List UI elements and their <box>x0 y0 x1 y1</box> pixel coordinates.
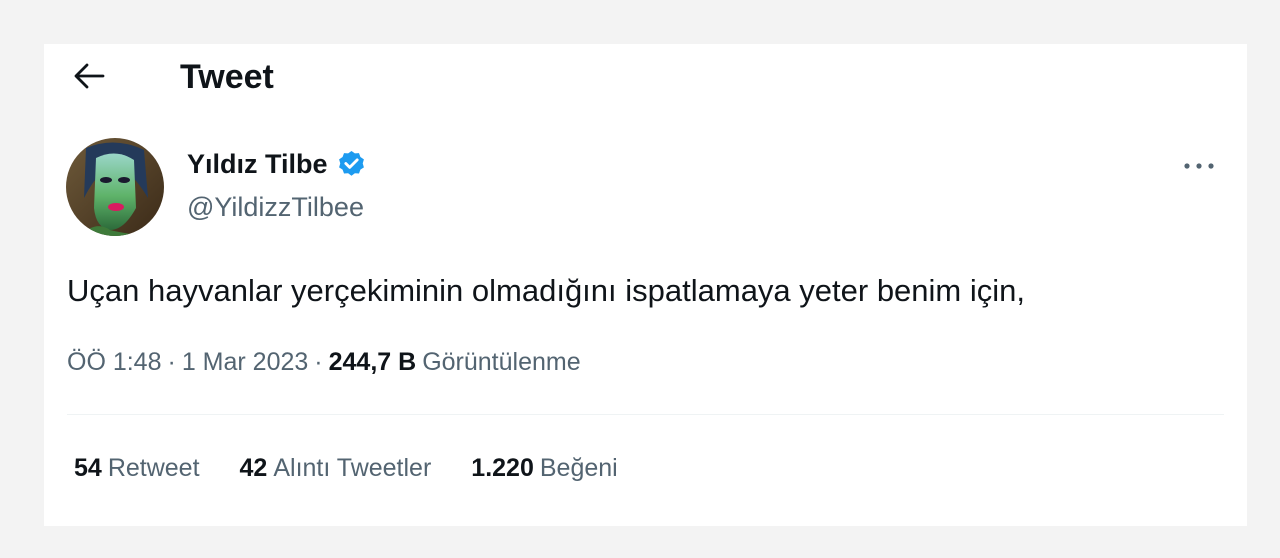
tweet-date[interactable]: 1 Mar 2023 <box>182 348 308 376</box>
views-count: 244,7 B <box>328 348 417 376</box>
quote-tweets-label: Alıntı Tweetler <box>273 454 432 482</box>
engagement-stats: 54 Retweet 42 Alıntı Tweetler 1.220 Beğeni <box>74 450 658 486</box>
author-name-link[interactable]: Yıldız Tilbe <box>187 146 367 182</box>
avatar[interactable] <box>66 138 164 236</box>
more-options-button[interactable] <box>1179 148 1219 184</box>
author-handle[interactable]: @YildizzTilbee <box>187 189 364 225</box>
meta-separator: · <box>314 348 323 376</box>
likes-stat[interactable]: 1.220 Beğeni <box>471 450 617 486</box>
divider <box>67 414 1224 415</box>
retweets-count: 54 <box>74 454 102 482</box>
back-button[interactable] <box>64 58 114 98</box>
tweet-card: Tweet Yıldız Tilbe @YildizzTilbee Uçan h… <box>44 44 1247 526</box>
likes-count: 1.220 <box>471 454 534 482</box>
tweet-metadata: ÖÖ 1:48 · 1 Mar 2023 · 244,7 B Görüntülenme <box>67 344 581 380</box>
likes-label: Beğeni <box>539 454 618 482</box>
meta-separator: · <box>167 348 176 376</box>
tweet-text: Uçan hayvanlar yerçekiminin olmadığını i… <box>67 273 1025 308</box>
author-name: Yıldız Tilbe <box>187 149 328 179</box>
views-label: Görüntülenme <box>422 348 581 376</box>
quote-tweets-count: 42 <box>239 454 268 482</box>
quote-tweets-stat[interactable]: 42 Alıntı Tweetler <box>240 450 432 486</box>
tweet-time[interactable]: ÖÖ 1:48 <box>67 348 162 376</box>
page-title: Tweet <box>180 58 274 96</box>
arrow-left-icon <box>73 62 105 95</box>
retweets-label: Retweet <box>107 454 200 482</box>
verified-badge-icon <box>336 149 367 180</box>
more-horizontal-icon <box>1182 157 1216 175</box>
retweets-stat[interactable]: 54 Retweet <box>74 450 200 486</box>
